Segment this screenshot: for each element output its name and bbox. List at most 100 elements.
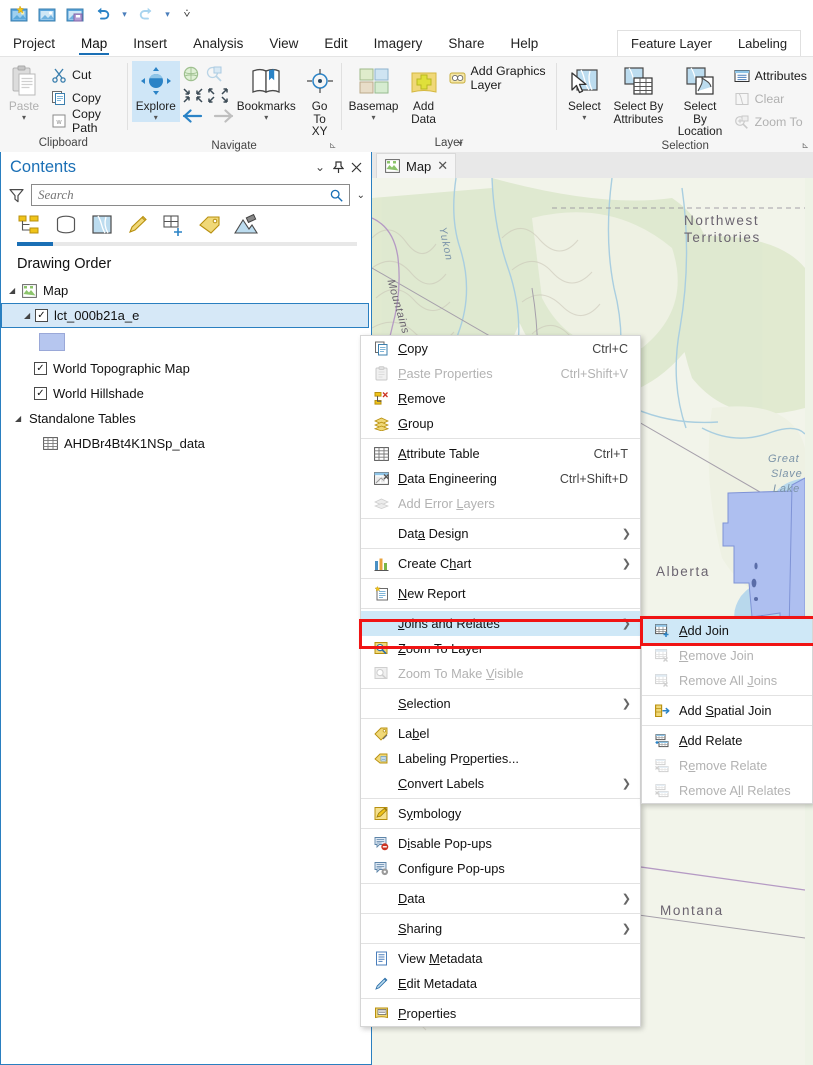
layer-visibility-checkbox[interactable]: ✓ (34, 362, 47, 375)
paste-button[interactable]: Paste ▾ (0, 61, 48, 122)
submenu-item-remove-all-relates[interactable]: Remove All Relates (642, 778, 812, 803)
search-input-wrapper[interactable] (31, 184, 350, 206)
toc-item-standalone-table-data[interactable]: AHDBr4Bt4K1NSp_data (1, 431, 371, 456)
explore-dropdown-caret[interactable]: ▾ (154, 113, 158, 122)
layer-visibility-checkbox[interactable]: ✓ (34, 387, 47, 400)
tab-share[interactable]: Share (435, 32, 497, 56)
menu-item-attribute-table[interactable]: Attribute Table Ctrl+T (361, 441, 640, 466)
menu-item-new-report[interactable]: New Report (361, 581, 640, 606)
map-view-tab[interactable]: Map ✕ (376, 153, 457, 178)
add-data-caret[interactable]: ▾ (459, 139, 463, 148)
submenu-item-add-spatial-join[interactable]: Add Spatial Join (642, 698, 812, 723)
tab-insert[interactable]: Insert (120, 32, 180, 56)
menu-item-symbology[interactable]: Symbology (361, 801, 640, 826)
add-graphics-layer-button[interactable]: Add Graphics Layer (446, 64, 557, 92)
paste-dropdown-caret[interactable]: ▾ (22, 113, 26, 122)
go-to-xy-button[interactable]: Go To XY (299, 61, 341, 138)
menu-item-selection[interactable]: Selection ❯ (361, 691, 640, 716)
basemap-dropdown-caret[interactable]: ▾ (372, 113, 376, 122)
tab-map[interactable]: Map (68, 32, 120, 56)
menu-item-properties[interactable]: Properties (361, 1001, 640, 1026)
bookmarks-button[interactable]: Bookmarks ▾ (234, 61, 299, 122)
tab-help[interactable]: Help (497, 32, 551, 56)
list-by-selection-icon[interactable] (89, 212, 115, 238)
search-icon[interactable] (327, 189, 346, 202)
submenu-item-add-join[interactable]: Add Join (642, 618, 812, 643)
cut-button[interactable]: Cut (48, 63, 127, 86)
submenu-item-remove-join[interactable]: Remove Join (642, 643, 812, 668)
close-icon[interactable] (347, 157, 365, 177)
tab-project[interactable]: Project (0, 32, 68, 56)
layer-visibility-checkbox[interactable]: ✓ (35, 309, 48, 322)
select-by-attributes-button[interactable]: Select By Attributes (607, 61, 669, 125)
close-tab-icon[interactable]: ✕ (437, 158, 448, 174)
tab-labeling[interactable]: Labeling (725, 32, 800, 56)
menu-item-convert-labels[interactable]: Convert Labels ❯ (361, 771, 640, 796)
redo-icon[interactable] (133, 2, 159, 26)
menu-item-edit-metadata[interactable]: Edit Metadata (361, 971, 640, 996)
menu-item-labeling-properties[interactable]: Labeling Properties... (361, 746, 640, 771)
toc-item-map[interactable]: ◢ Map (1, 278, 371, 303)
tab-feature-layer[interactable]: Feature Layer (618, 32, 725, 56)
select-dropdown-caret[interactable]: ▾ (582, 113, 586, 122)
redo-dropdown-caret[interactable]: ▾ (161, 2, 174, 26)
list-by-drawing-order-icon[interactable] (17, 212, 43, 238)
search-options-caret-icon[interactable]: ⌄ (354, 190, 365, 201)
navigate-dialog-launcher[interactable]: ⊾ (329, 140, 337, 151)
attributes-button[interactable]: Attributes (731, 64, 813, 87)
menu-item-data[interactable]: Data ❯ (361, 886, 640, 911)
submenu-item-remove-relate[interactable]: Remove Relate (642, 753, 812, 778)
previous-extent-icon[interactable] (182, 109, 204, 123)
menu-item-group[interactable]: Group (361, 411, 640, 436)
toc-item-world-topographic-map[interactable]: ✓ World Topographic Map (1, 356, 371, 381)
menu-item-configure-popups[interactable]: Configure Pop-ups (361, 856, 640, 881)
list-by-diagrams-icon[interactable] (233, 212, 259, 238)
zoom-to-selection-button[interactable]: Zoom To (731, 110, 813, 133)
save-project-icon[interactable] (62, 2, 88, 26)
toc-item-symbol-swatch[interactable] (1, 328, 371, 356)
full-extent-icon[interactable] (182, 65, 201, 84)
menu-item-data-engineering[interactable]: Data Engineering Ctrl+Shift+D (361, 466, 640, 491)
select-by-location-button[interactable]: Select By Location (669, 61, 730, 138)
menu-item-disable-popups[interactable]: Disable Pop-ups (361, 831, 640, 856)
menu-item-zoom-to-make-visible[interactable]: Zoom To Make Visible (361, 661, 640, 686)
pin-icon[interactable] (329, 157, 347, 177)
zoom-out-fixed-icon[interactable] (207, 86, 229, 105)
selection-dialog-launcher[interactable]: ⊾ (801, 140, 809, 151)
basemap-button[interactable]: Basemap ▾ (346, 61, 402, 122)
expand-triangle-icon[interactable]: ◢ (15, 414, 26, 423)
menu-item-paste-properties[interactable]: Paste Properties Ctrl+Shift+V (361, 361, 640, 386)
explore-button[interactable]: Explore ▾ (131, 61, 180, 122)
expand-triangle-icon[interactable]: ◢ (9, 286, 20, 295)
open-project-icon[interactable] (34, 2, 60, 26)
zoom-in-fixed-icon[interactable] (182, 86, 204, 105)
menu-item-create-chart[interactable]: Create Chart ❯ (361, 551, 640, 576)
layer-symbol-swatch[interactable] (39, 333, 65, 351)
expand-triangle-icon[interactable]: ◢ (24, 311, 35, 320)
copy-path-button[interactable]: w Copy Path (48, 107, 127, 135)
menu-item-sharing[interactable]: Sharing ❯ (361, 916, 640, 941)
select-button[interactable]: Select ▾ (561, 61, 607, 122)
toc-item-lct-layer[interactable]: ◢ ✓ lct_000b21a_e (1, 303, 369, 328)
menu-item-view-metadata[interactable]: View Metadata (361, 946, 640, 971)
list-by-data-source-icon[interactable] (53, 212, 79, 238)
customize-quick-access-icon[interactable]: ⩒ (176, 2, 198, 26)
menu-item-copy[interactable]: Copy Ctrl+C (361, 336, 640, 361)
fixed-zoom-icon[interactable] (205, 65, 224, 84)
toc-item-standalone-tables[interactable]: ◢ Standalone Tables (1, 406, 371, 431)
bookmarks-dropdown-caret[interactable]: ▾ (264, 113, 268, 122)
undo-dropdown-caret[interactable]: ▾ (118, 2, 131, 26)
next-extent-icon[interactable] (212, 109, 234, 123)
tab-view[interactable]: View (256, 32, 311, 56)
menu-item-label[interactable]: Label (361, 721, 640, 746)
contents-menu-caret-icon[interactable]: ⌄ (311, 157, 329, 177)
list-by-editing-icon[interactable] (125, 212, 151, 238)
list-by-labeling-icon[interactable] (197, 212, 223, 238)
menu-item-zoom-to-layer[interactable]: Zoom To Layer (361, 636, 640, 661)
new-project-icon[interactable] (6, 2, 32, 26)
clear-selection-button[interactable]: Clear (731, 87, 813, 110)
menu-item-data-design[interactable]: Data Design ❯ (361, 521, 640, 546)
tab-imagery[interactable]: Imagery (361, 32, 436, 56)
filter-icon[interactable] (5, 188, 27, 203)
list-by-snapping-icon[interactable] (161, 212, 187, 238)
